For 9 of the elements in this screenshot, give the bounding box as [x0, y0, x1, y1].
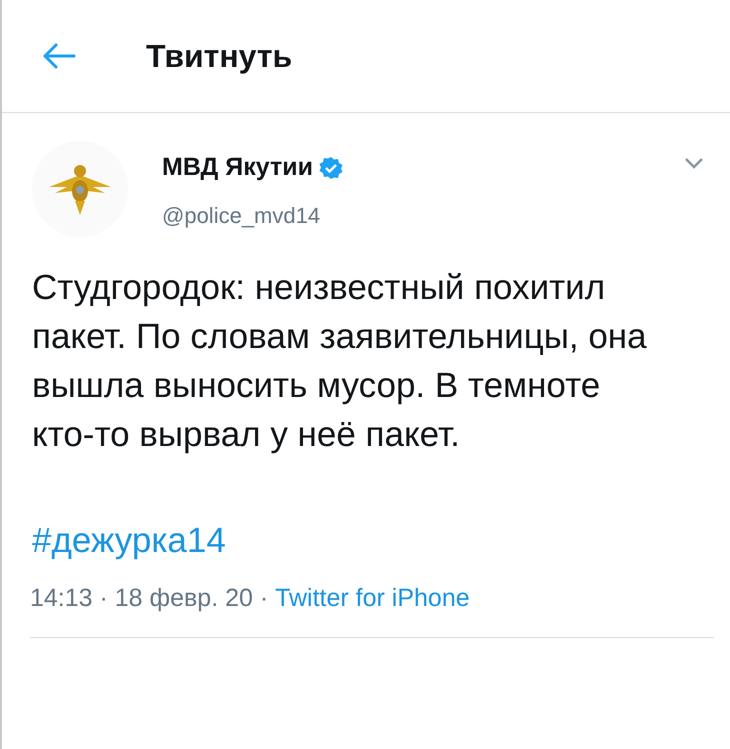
- tweet-timestamp: 14:13 · 18 февр. 20 ·: [30, 582, 270, 614]
- page-title: Твитнуть: [146, 37, 292, 76]
- author-name[interactable]: МВД Якутии: [162, 149, 313, 186]
- caret-icon[interactable]: [684, 157, 704, 169]
- back-arrow-icon[interactable]: [42, 43, 76, 69]
- source-link[interactable]: Twitter for iPhone: [275, 580, 470, 617]
- author-handle: @police_mvd14: [162, 202, 322, 230]
- hashtag-link[interactable]: #дежурка14: [2, 515, 226, 568]
- tweet-text: Студгородок: неизвестный похитил пакет. По словам заявительницы, она вышла выносить мусор. В темноте кто-то вырвал у неё пакет.: [31, 267, 648, 456]
